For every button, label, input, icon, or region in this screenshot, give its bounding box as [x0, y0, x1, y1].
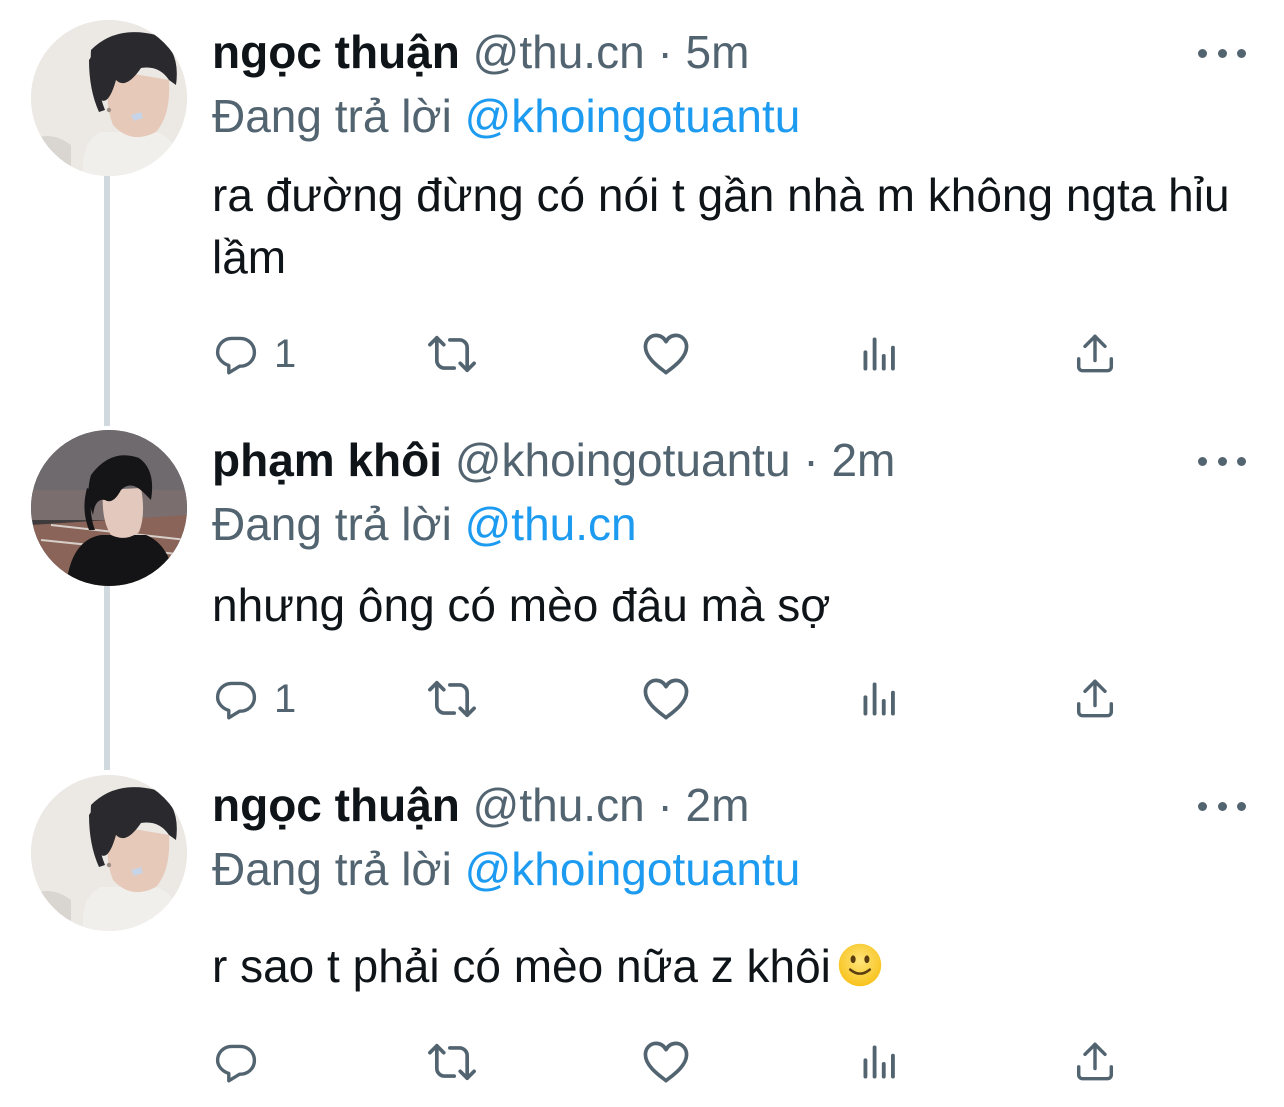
share-button[interactable] [1072, 674, 1118, 724]
reply-icon [212, 1038, 260, 1086]
tweet[interactable]: ngọc thuận @thu.cn · 5m Đang trả lời @kh… [0, 0, 1284, 400]
tweet-actions [212, 1037, 1152, 1087]
retweet-icon [426, 328, 478, 380]
tweet-header: phạm khôi @khoingotuantu · 2m [212, 432, 895, 488]
tweet[interactable]: phạm khôi @khoingotuantu · 2m Đang trả l… [0, 410, 1284, 750]
timestamp[interactable]: 2m [686, 779, 750, 831]
timestamp[interactable]: 5m [686, 26, 750, 78]
analytics-button[interactable] [858, 329, 902, 379]
tweet-header: ngọc thuận @thu.cn · 5m [212, 24, 749, 80]
tweet-header: ngọc thuận @thu.cn · 2m [212, 777, 749, 833]
replying-to: Đang trả lời @khoingotuantu [212, 88, 800, 144]
share-icon [1072, 1039, 1118, 1085]
mention-link[interactable]: @khoingotuantu [465, 90, 801, 142]
analytics-button[interactable] [858, 1037, 902, 1087]
tweet-actions: 1 [212, 674, 1152, 724]
reply-icon [212, 330, 260, 378]
display-name[interactable]: phạm khôi [212, 434, 442, 486]
replying-to-label: Đang trả lời [212, 90, 452, 142]
avatar[interactable] [31, 775, 187, 931]
reply-button[interactable]: 1 [212, 329, 296, 379]
separator: · [657, 26, 673, 78]
more-icon[interactable] [1198, 38, 1246, 68]
mention-link[interactable]: @thu.cn [465, 498, 637, 550]
retweet-icon [426, 1036, 478, 1088]
avatar[interactable] [31, 20, 187, 176]
replying-to: Đang trả lời @khoingotuantu [212, 841, 800, 897]
reply-button[interactable]: 1 [212, 674, 296, 724]
separator: · [803, 434, 819, 486]
analytics-icon [858, 332, 902, 376]
reply-count: 1 [274, 332, 297, 376]
tweet-text: nhưng ông có mèo đâu mà sợ [212, 579, 831, 631]
avatar[interactable] [31, 430, 187, 586]
analytics-icon [858, 677, 902, 721]
like-button[interactable] [640, 674, 692, 724]
like-button[interactable] [640, 329, 692, 379]
user-handle[interactable]: @thu.cn [473, 26, 645, 78]
mention-link[interactable]: @khoingotuantu [465, 843, 801, 895]
separator: · [657, 779, 673, 831]
heart-icon [640, 328, 692, 380]
analytics-icon [858, 1040, 902, 1084]
replying-to-label: Đang trả lời [212, 498, 452, 550]
retweet-button[interactable] [426, 329, 478, 379]
slightly-smiling-face-emoji [837, 942, 883, 988]
tweet-text: ra đường đừng có nói t gần nhà m không n… [212, 169, 1230, 283]
user-handle[interactable]: @khoingotuantu [455, 434, 791, 486]
replying-to-label: Đang trả lời [212, 843, 452, 895]
tweet-actions: 1 [212, 329, 1152, 379]
display-name[interactable]: ngọc thuận [212, 779, 460, 831]
share-button[interactable] [1072, 329, 1118, 379]
like-button[interactable] [640, 1037, 692, 1087]
retweet-button[interactable] [426, 674, 478, 724]
replying-to: Đang trả lời @thu.cn [212, 496, 637, 552]
heart-icon [640, 1036, 692, 1088]
heart-icon [640, 673, 692, 725]
share-icon [1072, 676, 1118, 722]
tweet-text-container: r sao t phải có mèo nữa z khôi [212, 935, 1242, 997]
share-button[interactable] [1072, 1037, 1118, 1087]
timestamp[interactable]: 2m [831, 434, 895, 486]
retweet-button[interactable] [426, 1037, 478, 1087]
display-name[interactable]: ngọc thuận [212, 26, 460, 78]
user-handle[interactable]: @thu.cn [473, 779, 645, 831]
reply-icon [212, 675, 260, 723]
share-icon [1072, 331, 1118, 377]
reply-button[interactable] [212, 1037, 274, 1087]
tweet[interactable]: ngọc thuận @thu.cn · 2m Đang trả lời @kh… [0, 755, 1284, 1107]
analytics-button[interactable] [858, 674, 902, 724]
tweet-text: r sao t phải có mèo nữa z khôi [212, 940, 831, 992]
conversation-thread: ngọc thuận @thu.cn · 5m Đang trả lời @kh… [0, 0, 1284, 1107]
more-icon[interactable] [1198, 791, 1246, 821]
reply-count: 1 [274, 677, 297, 721]
more-icon[interactable] [1198, 446, 1246, 476]
retweet-icon [426, 673, 478, 725]
